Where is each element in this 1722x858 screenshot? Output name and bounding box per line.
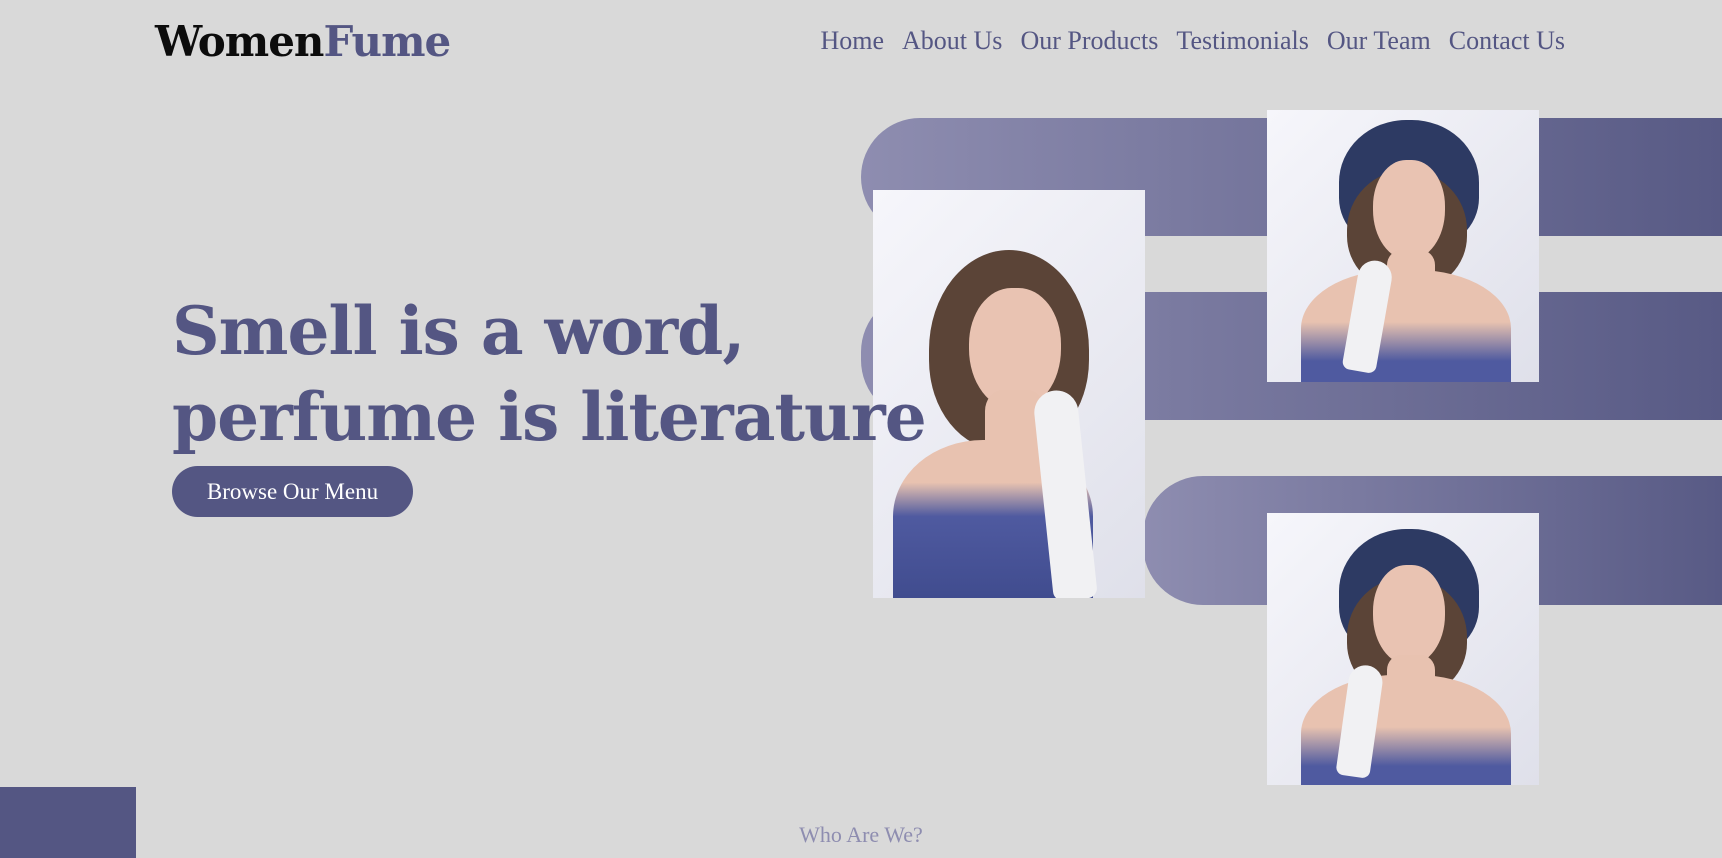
woman-with-headscarf-eyes-closed-photo — [1267, 513, 1539, 785]
nav-contact-us[interactable]: Contact Us — [1449, 20, 1565, 62]
hero-headline-line-1: Smell is a word, — [172, 292, 745, 370]
woman-with-headscarf-photo — [1267, 110, 1539, 382]
nav-our-team[interactable]: Our Team — [1327, 20, 1431, 62]
nav-testimonials[interactable]: Testimonials — [1176, 20, 1309, 62]
main-nav: Home About Us Our Products Testimonials … — [820, 20, 1565, 62]
nav-our-products[interactable]: Our Products — [1020, 20, 1158, 62]
hero-headline-line-2: perfume is literature — [172, 378, 927, 456]
who-are-we-heading: Who Are We? — [799, 822, 923, 847]
nav-about-us[interactable]: About Us — [902, 20, 1002, 62]
site-logo[interactable]: WomenFume — [155, 14, 451, 70]
logo-text-women: Women — [155, 17, 324, 66]
logo-text-fume: Fume — [323, 17, 451, 66]
browse-menu-button[interactable]: Browse Our Menu — [172, 466, 413, 517]
hero-headline: Smell is a word, perfume is literature — [172, 288, 927, 460]
nav-home[interactable]: Home — [820, 20, 884, 62]
